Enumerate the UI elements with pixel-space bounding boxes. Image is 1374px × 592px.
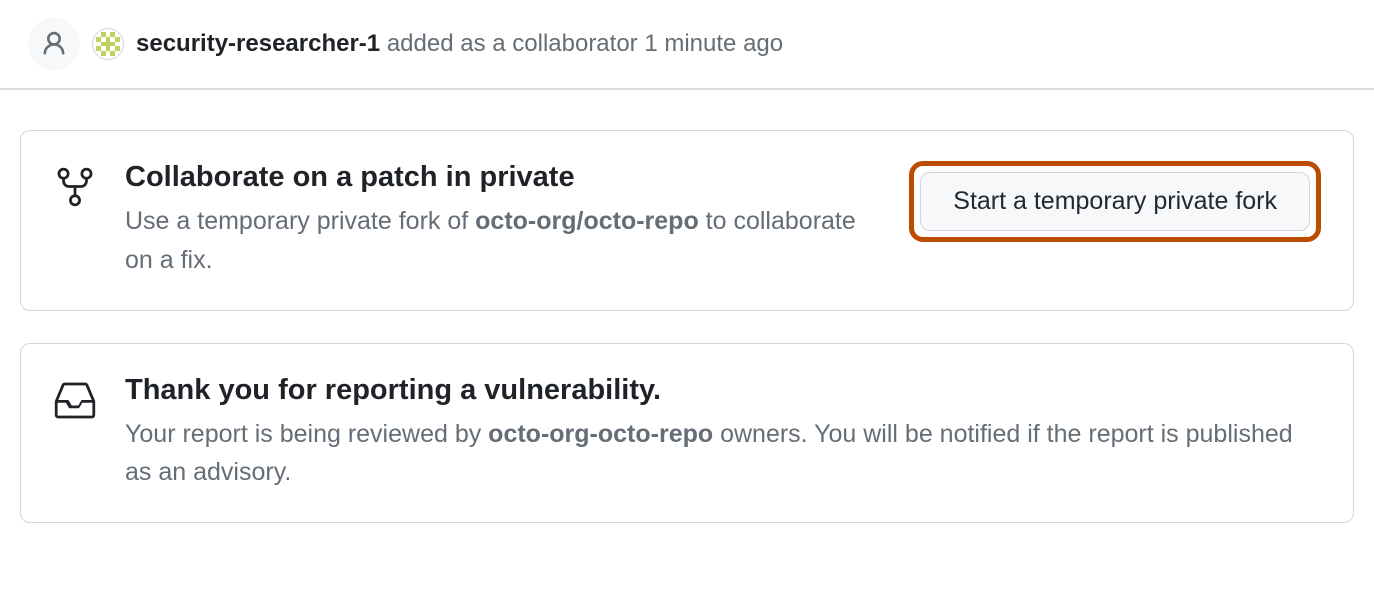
thankyou-title: Thank you for reporting a vulnerability. xyxy=(125,374,1321,407)
timeline-action: added as a collaborator xyxy=(380,30,644,57)
fork-icon xyxy=(53,161,97,214)
button-highlight: Start a temporary private fork xyxy=(909,161,1321,242)
repo-name: octo-org/octo-repo xyxy=(475,207,699,235)
thankyou-description: Your report is being reviewed by octo-or… xyxy=(125,415,1321,493)
repo-owners-name: octo-org-octo-repo xyxy=(488,420,713,448)
collaborate-description: Use a temporary private fork of octo-org… xyxy=(125,202,881,280)
thankyou-card: Thank you for reporting a vulnerability.… xyxy=(20,343,1354,524)
person-icon xyxy=(28,18,80,70)
timeline-text: security-researcher-1 added as a collabo… xyxy=(136,30,783,58)
username-link[interactable]: security-researcher-1 xyxy=(136,30,380,57)
timeline-timestamp: 1 minute ago xyxy=(644,30,783,57)
inbox-icon xyxy=(53,374,97,427)
timeline-event: security-researcher-1 added as a collabo… xyxy=(0,0,1374,88)
collaborate-card: Collaborate on a patch in private Use a … xyxy=(20,130,1354,311)
collaborate-title: Collaborate on a patch in private xyxy=(125,161,881,194)
start-private-fork-button[interactable]: Start a temporary private fork xyxy=(920,172,1310,231)
avatar[interactable] xyxy=(92,28,124,60)
